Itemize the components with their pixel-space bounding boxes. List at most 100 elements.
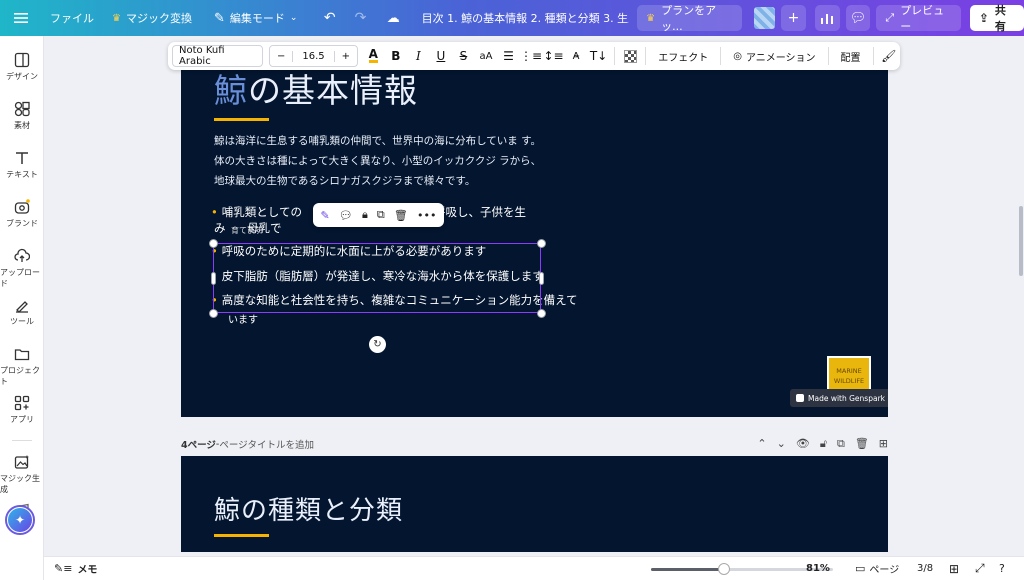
sidebar-item-label: テキスト	[6, 170, 38, 179]
sidebar-item-text[interactable]: テキスト	[0, 150, 44, 180]
document-title[interactable]: 目次 1. 鯨の基本情報 2. 種類と分類 3. 生息環境...	[422, 0, 629, 36]
font-size-increase-button[interactable]: +	[335, 51, 357, 62]
slide-page-4[interactable]: 鯨の種類と分類	[181, 456, 888, 552]
bold-button[interactable]: B	[385, 45, 408, 67]
text-style-button[interactable]: A̴	[565, 45, 588, 67]
undo-button[interactable]: ↶	[317, 5, 342, 31]
slide-page-3[interactable]: 鯨の基本情報 鯨は海洋に生息する哺乳類の仲間で、世界中の海に分布していま す。体…	[181, 58, 888, 417]
canvas-scrollbar[interactable]	[1016, 36, 1024, 546]
add-page-title[interactable]: ページタイトルを追加	[219, 437, 314, 451]
text-icon	[16, 152, 28, 164]
sidebar-item-magic-media[interactable]: マジック生成	[0, 454, 44, 495]
sidebar-item-apps[interactable]: アプリ	[0, 395, 44, 425]
sidebar-item-upload[interactable]: アップロード	[0, 248, 44, 289]
magic-assistant-button[interactable]: ✦	[5, 505, 35, 535]
trash-icon[interactable]: 🗑︎	[394, 209, 408, 222]
resize-handle-top-right[interactable]	[537, 239, 546, 248]
font-size-decrease-button[interactable]: −	[270, 51, 292, 62]
toolbar-divider	[613, 47, 615, 65]
genspark-icon	[796, 394, 804, 402]
page-4-header: 4ページ - ページタイトルを追加 ⌃ ⌄ 👁︎ 🔓︎ ⧉ 🗑︎ ⊞	[181, 434, 888, 454]
add-comment-icon[interactable]: 💬︎	[339, 209, 353, 222]
cloud-save-button[interactable]: ☁	[381, 5, 406, 31]
resize-handle-left[interactable]	[211, 272, 216, 285]
chevron-down-icon[interactable]: ⌄	[777, 437, 786, 451]
upgrade-plan-button[interactable]: ♛ プランをアッ...	[637, 4, 743, 33]
lock-icon[interactable]: 🔒︎	[362, 208, 368, 222]
help-button[interactable]: ?	[999, 562, 1005, 575]
add-page-icon[interactable]: ⊞	[879, 437, 888, 451]
sidebar-item-projects[interactable]: プロジェクト	[0, 346, 44, 387]
align-button[interactable]: ☰	[497, 45, 520, 67]
font-size-input[interactable]: 16.5	[292, 50, 335, 62]
edit-mode-dropdown[interactable]: ✎ 編集モード ⌄	[214, 0, 297, 36]
magic-edit-icon[interactable]: ✎	[321, 209, 330, 222]
share-button[interactable]: ⇪ 共有	[969, 4, 1024, 33]
page-count[interactable]: 3/8	[917, 563, 933, 574]
add-collaborator-button[interactable]: +	[781, 5, 806, 31]
delete-page-icon[interactable]: 🗑︎	[855, 437, 869, 451]
bottom-bar: ✎≡ メモ 81% ▭ ページ 3/8 ⊞ ⤢ ?	[44, 556, 1024, 580]
file-menu[interactable]: ファイル	[50, 0, 94, 36]
notes-button[interactable]: ✎≡ メモ	[54, 561, 97, 576]
duplicate-page-icon[interactable]: ⧉	[837, 437, 845, 451]
pencil-icon: ✎	[213, 10, 225, 26]
italic-button[interactable]: I	[407, 45, 430, 67]
sidebar-item-tools[interactable]: ツール	[0, 297, 44, 327]
comments-button[interactable]: 💬︎	[845, 5, 871, 31]
vertical-text-button[interactable]: T↓	[587, 45, 610, 67]
resize-handle-top-left[interactable]	[209, 239, 218, 248]
menu-button[interactable]	[14, 0, 28, 36]
preview-button[interactable]: ⤢ プレビュー	[876, 4, 961, 33]
scrollbar-thumb[interactable]	[1019, 206, 1023, 276]
arrange-button[interactable]: 配置	[833, 49, 869, 64]
apps-icon	[14, 395, 30, 411]
avatar[interactable]	[754, 7, 776, 29]
font-family-select[interactable]: Noto Kufi Arabic	[172, 45, 263, 67]
slide-4-title[interactable]: 鯨の種類と分類	[214, 490, 403, 527]
sidebar-item-elements[interactable]: 素材	[0, 101, 44, 131]
bullet-list-icon: ⋮≡	[519, 49, 543, 63]
grid-view-button[interactable]: ⊞	[949, 562, 959, 576]
spacing-button[interactable]: ↕≡	[542, 45, 565, 67]
zoom-level[interactable]: 81%	[806, 563, 830, 574]
duplicate-icon[interactable]: ⧉	[377, 208, 385, 222]
sidebar-item-label: ツール	[10, 317, 34, 326]
resize-handle-bottom-left[interactable]	[209, 309, 218, 318]
strikethrough-button[interactable]: S	[452, 45, 475, 67]
hide-eye-icon[interactable]: 👁︎	[796, 437, 810, 451]
redo-button[interactable]: ↷	[348, 5, 373, 31]
underline-button[interactable]: U	[430, 45, 453, 67]
bullet-item-1-text-a: 哺乳類としての	[221, 205, 302, 219]
magic-switch-button[interactable]: ♛ マジック変換	[112, 0, 192, 36]
grid-icon: ⊞	[949, 561, 960, 576]
more-icon[interactable]: •••	[417, 209, 436, 222]
pages-button[interactable]: ▭ ページ	[855, 561, 899, 576]
slide-title-highlight: 鯨	[214, 71, 248, 110]
text-color-button[interactable]: A	[362, 45, 385, 67]
transparency-button[interactable]	[619, 45, 642, 67]
effect-button[interactable]: エフェクト	[650, 49, 716, 64]
insights-button[interactable]	[814, 5, 840, 31]
copy-style-button[interactable]: 🖌︎	[877, 45, 900, 67]
zoom-slider-knob[interactable]	[717, 563, 730, 575]
resize-handle-bottom-right[interactable]	[537, 309, 546, 318]
chevron-up-icon[interactable]: ⌃	[757, 437, 766, 451]
sidebar-item-label: アプリ	[10, 415, 34, 424]
animation-button[interactable]: ◎ アニメーション	[725, 49, 823, 64]
text-selection-box[interactable]	[213, 243, 541, 313]
magic-switch-label: マジック変換	[125, 12, 192, 25]
pages-icon: ▭	[855, 562, 866, 575]
genspark-badge[interactable]: Made with Genspark	[790, 389, 888, 407]
sidebar-item-brand[interactable]: ブランド	[0, 199, 44, 229]
list-button[interactable]: ⋮≡	[520, 45, 543, 67]
slide-title-rest: の基本情報	[248, 71, 418, 110]
letter-case-button[interactable]: aA	[475, 45, 498, 67]
lock-icon[interactable]: 🔓︎	[820, 437, 827, 451]
slide-title[interactable]: 鯨の基本情報	[214, 64, 418, 112]
intro-paragraph[interactable]: 鯨は海洋に生息する哺乳類の仲間で、世界中の海に分布していま す。体の大きさは種に…	[214, 131, 544, 191]
rotate-handle[interactable]: ↻	[369, 336, 386, 353]
resize-handle-right[interactable]	[539, 272, 544, 285]
fullscreen-button[interactable]: ⤢	[975, 561, 985, 576]
sidebar-item-design[interactable]: デザイン	[0, 52, 44, 82]
